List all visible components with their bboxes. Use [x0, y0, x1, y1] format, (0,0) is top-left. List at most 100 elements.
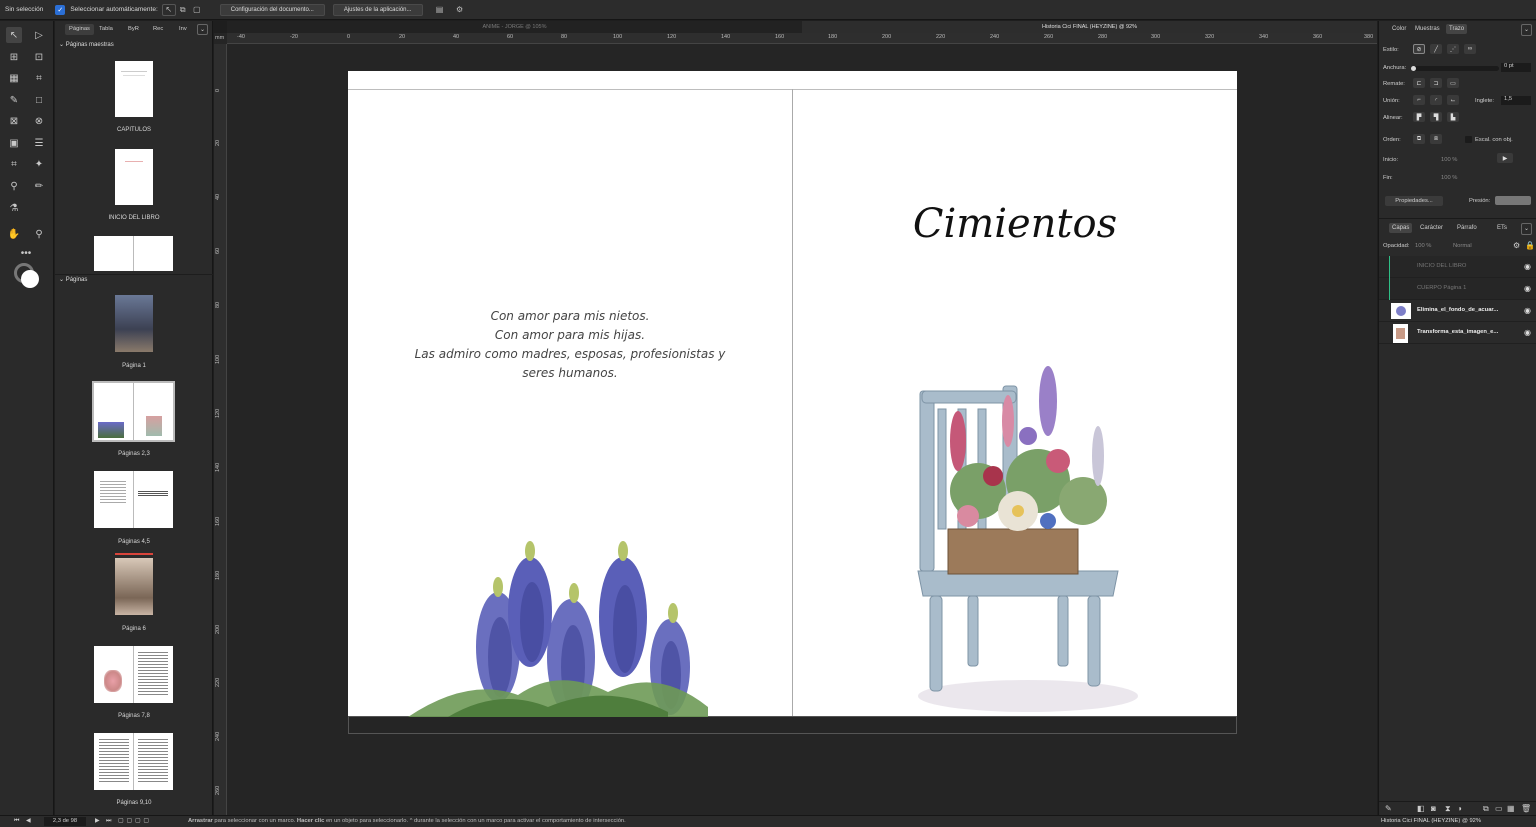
dedication-text[interactable]: Con amor para mis nietos. Con amor para … — [388, 307, 752, 383]
ellipse-frame-icon[interactable]: ⊗ — [31, 113, 47, 129]
magic-wand-icon[interactable]: ✦ — [31, 156, 47, 172]
layer-transforma[interactable]: Transforma_esta_imagen_e... ◉ — [1379, 322, 1536, 344]
tab-paragraph[interactable]: Párrafo — [1454, 223, 1480, 233]
text-wrap-icon[interactable]: ☰ — [31, 135, 47, 151]
chair-flowers-image[interactable] — [908, 351, 1163, 716]
pen-tool-icon[interactable]: ✎ — [6, 92, 22, 108]
visibility-eye-icon[interactable]: ◉ — [1524, 284, 1531, 293]
page-thumb-7-8[interactable] — [94, 646, 173, 703]
lupine-flowers-image[interactable] — [408, 517, 708, 717]
first-page-icon[interactable]: ⏮ — [14, 816, 19, 827]
master-thumb-capitulos[interactable] — [115, 61, 153, 117]
page-thumb-6[interactable] — [115, 558, 153, 615]
tab-historia[interactable]: Historia Cici FINAL (HEYZINE) @ 92% — [802, 21, 1377, 33]
properties-button[interactable]: Propiedades... — [1385, 196, 1443, 206]
node-tool-icon[interactable]: ▷ — [31, 27, 47, 43]
select-frame-icon[interactable]: ▢ — [190, 4, 204, 16]
layer-elimina[interactable]: Elimina_el_fondo_de_acuar... ◉ — [1379, 300, 1536, 322]
start-pct[interactable]: 100 % — [1441, 157, 1457, 163]
tab-character[interactable]: Carácter — [1417, 223, 1446, 233]
edit-icon[interactable]: ✎ — [1385, 804, 1392, 813]
artistic-text-icon[interactable]: ⊡ — [31, 49, 47, 65]
page-thumb-2-3[interactable] — [92, 381, 175, 442]
align-inside-icon[interactable]: ▜ — [1430, 112, 1442, 122]
texture-line-icon[interactable]: ∞ — [1464, 44, 1476, 54]
add-layer-icon[interactable]: ⧉ — [1483, 804, 1489, 814]
visibility-eye-icon[interactable]: ◉ — [1524, 262, 1531, 271]
gear-icon[interactable]: ⚙ — [453, 4, 467, 16]
fill-tool-icon[interactable]: ⚲ — [6, 178, 22, 194]
trash-icon[interactable]: 🗑 — [1521, 804, 1531, 813]
page-thumb-4-5[interactable] — [94, 471, 173, 528]
pages-header[interactable]: ⌄ Páginas — [55, 274, 213, 285]
fx-icon[interactable]: ◙ — [1431, 804, 1436, 813]
picture-frame-icon[interactable]: ⊠ — [6, 113, 22, 129]
tab-rec[interactable]: Rec — [149, 24, 167, 35]
layer-cuerpo[interactable]: CUERPO Página 1 ◉ — [1379, 278, 1536, 300]
tab-pages[interactable]: Páginas — [65, 24, 94, 35]
tab-byr[interactable]: ByR — [124, 24, 143, 35]
tab-layers[interactable]: Capas — [1389, 223, 1413, 233]
horizontal-ruler[interactable]: -40 -20 0 20 40 60 80 100 120 140 160 18… — [227, 33, 1377, 44]
master-thumb-inicio[interactable] — [115, 149, 153, 205]
rectangle-tool-icon[interactable]: □ — [31, 92, 47, 108]
select-group-icon[interactable]: ⧉ — [176, 4, 190, 16]
square-cap-icon[interactable]: ▭ — [1447, 78, 1459, 88]
end-pct[interactable]: 100 % — [1441, 175, 1457, 181]
tab-table[interactable]: Tabla — [95, 24, 117, 35]
width-slider[interactable] — [1411, 66, 1499, 71]
next-page-icon[interactable]: ▶ — [95, 816, 99, 827]
select-pointer-icon[interactable]: ↖ — [161, 3, 176, 16]
miter-join-icon[interactable]: ⌐ — [1413, 95, 1425, 105]
bevel-join-icon[interactable]: ⌙ — [1447, 95, 1459, 105]
no-stroke-icon[interactable]: ⊘ — [1413, 44, 1425, 54]
more-icon[interactable]: ••• — [18, 245, 34, 261]
tab-stroke[interactable]: Trazo — [1446, 24, 1468, 34]
align-outside-icon[interactable]: ▙ — [1447, 112, 1459, 122]
zoom-tool-icon[interactable]: ⚲ — [31, 226, 47, 242]
app-settings-button[interactable]: Ajustes de la aplicación... — [332, 3, 423, 16]
image-tool-icon[interactable]: ▣ — [6, 135, 22, 151]
stroke-front-icon[interactable]: ⧈ — [1430, 134, 1442, 144]
stroke-behind-icon[interactable]: ⧉ — [1413, 134, 1425, 144]
tab-inv[interactable]: Inv — [175, 24, 191, 35]
panel-menu-icon[interactable]: ⌄ — [1521, 223, 1533, 235]
solid-line-icon[interactable]: ╱ — [1430, 44, 1442, 54]
tab-ets[interactable]: ETs — [1494, 223, 1510, 233]
round-join-icon[interactable]: ◜ — [1430, 95, 1442, 105]
panel-menu-icon[interactable]: ⌄ — [197, 24, 208, 35]
page-indicator[interactable]: 2,3 de 98 — [44, 817, 86, 826]
adjustment-icon[interactable]: ⧗ — [1445, 804, 1451, 814]
lock-icon[interactable]: 🔒 — [1525, 241, 1535, 250]
last-page-icon[interactable]: ⏭ — [106, 816, 111, 827]
folder-icon[interactable]: ▭ — [1495, 804, 1503, 813]
butt-cap-icon[interactable]: ⊏ — [1413, 78, 1425, 88]
frame-tool-icon[interactable]: ⌗ — [31, 70, 47, 86]
fill-stroke-swatch[interactable] — [14, 263, 40, 289]
layer-inicio[interactable]: INICIO DEL LIBRO ◉ — [1379, 256, 1536, 278]
arrow-start-icon[interactable]: ▶ — [1497, 153, 1513, 163]
document-setup-button[interactable]: Configuración del documento... — [219, 3, 325, 16]
contrast-icon[interactable]: ◑ — [1457, 804, 1462, 813]
master-thumb-spread[interactable] — [94, 236, 173, 271]
gear-icon[interactable]: ⚙ — [1513, 241, 1520, 250]
tab-anime[interactable]: ANIME - JORGE @ 105% — [227, 21, 802, 33]
miter-value[interactable]: 1,5 — [1501, 96, 1531, 105]
move-tool-icon[interactable]: ↖ — [6, 27, 22, 43]
page-spread[interactable]: Con amor para mis nietos. Con amor para … — [348, 71, 1237, 734]
width-value[interactable]: 0 pt — [1501, 63, 1531, 72]
align-center-icon[interactable]: ▛ — [1413, 112, 1425, 122]
pencil-tool-icon[interactable]: ✏ — [31, 178, 47, 194]
text-frame-icon[interactable]: ⊞ — [6, 49, 22, 65]
pressure-graph[interactable] — [1495, 196, 1531, 205]
scale-checkbox[interactable] — [1465, 136, 1472, 143]
panel-menu-icon[interactable]: ⌄ — [1521, 24, 1533, 36]
mask-icon[interactable]: ◧ — [1417, 804, 1425, 813]
round-cap-icon[interactable]: ⊐ — [1430, 78, 1442, 88]
opacity-value[interactable]: 100 % — [1415, 243, 1431, 249]
visibility-eye-icon[interactable]: ◉ — [1524, 328, 1531, 337]
page-title[interactable]: Cimientos — [848, 201, 1182, 247]
hand-tool-icon[interactable]: ✋ — [6, 226, 22, 242]
vertical-ruler[interactable]: 0 20 40 60 80 100 120 140 160 180 200 22… — [214, 44, 227, 815]
layout-icon[interactable]: ▤ — [433, 4, 447, 16]
